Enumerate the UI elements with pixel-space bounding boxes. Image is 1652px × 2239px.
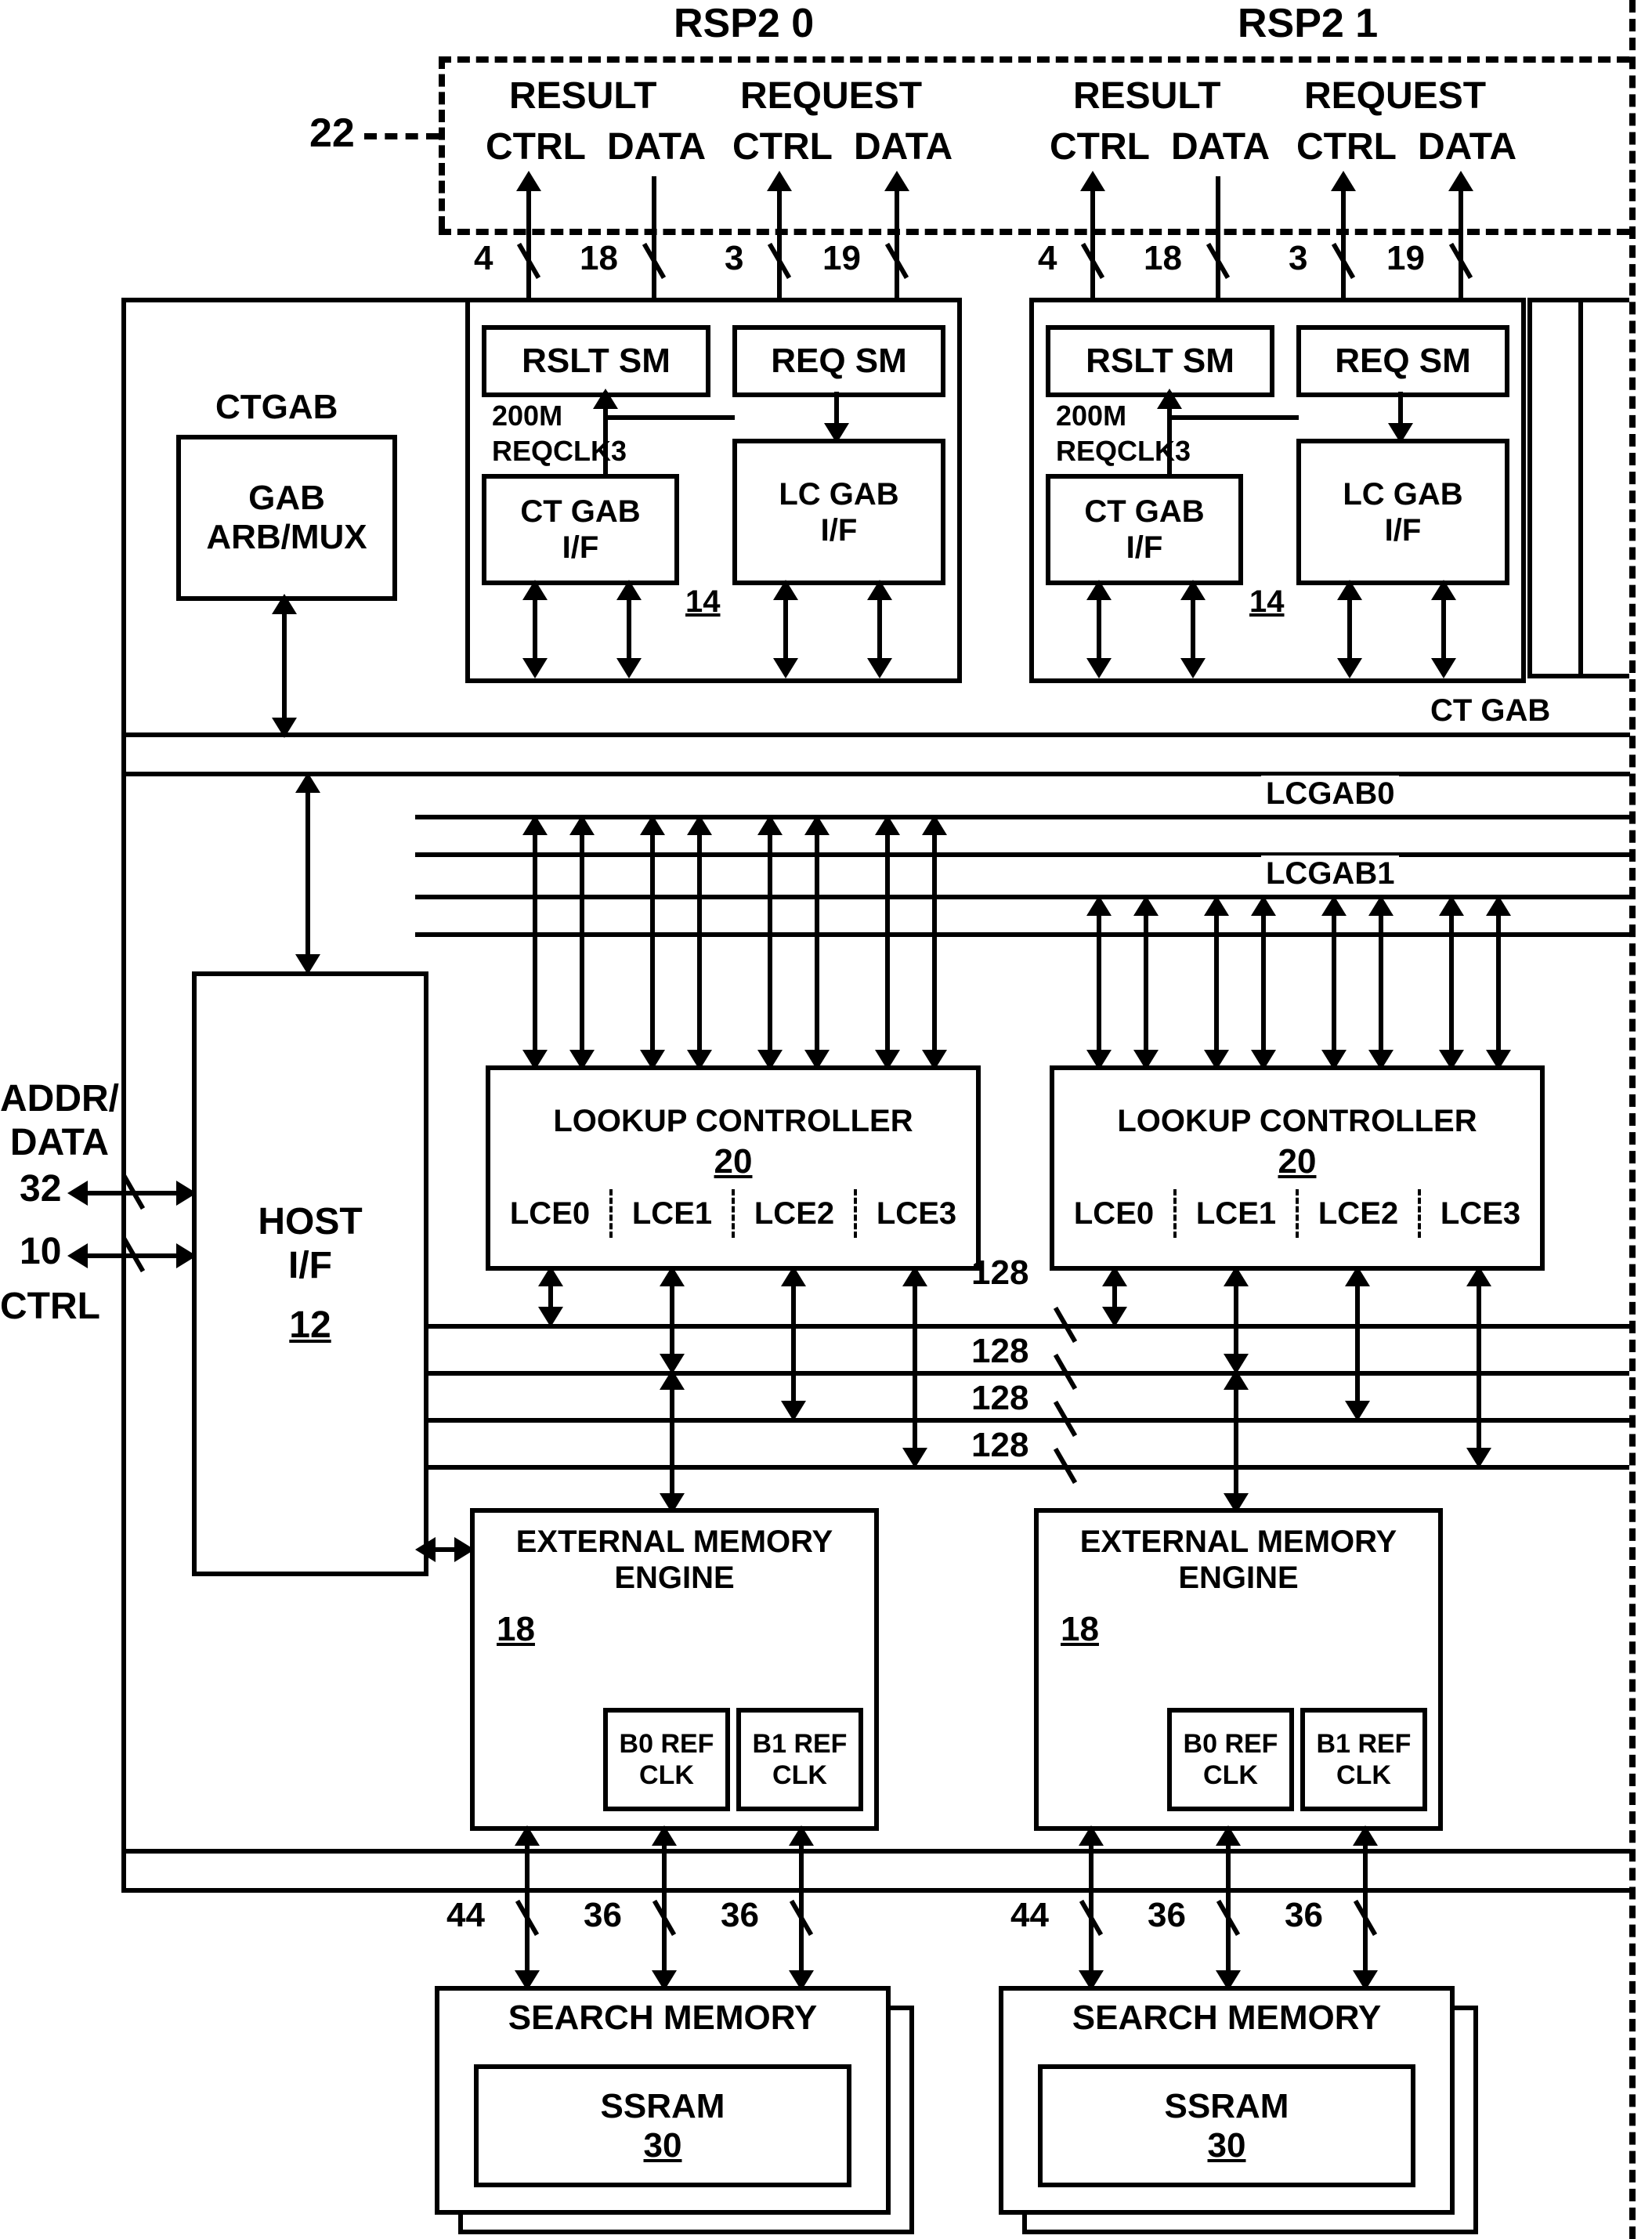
lce0-0: LCE0: [490, 1189, 613, 1238]
addr-data-label: ADDR/ DATA: [0, 1077, 119, 1165]
bus-44-1: 44: [1010, 1896, 1049, 1935]
lce1-1: LCE1: [1177, 1189, 1299, 1238]
lcgab1-label: LCGAB1: [1261, 855, 1399, 892]
ctrl-ext-label: CTRL: [0, 1285, 100, 1329]
bus-44-0: 44: [446, 1896, 485, 1935]
bus-3-b: 3: [1289, 239, 1307, 278]
request-label-1: REQUEST: [1304, 74, 1486, 118]
b0-ref-clk-0: B0 REF CLK: [603, 1708, 730, 1811]
result-label-0: RESULT: [509, 74, 656, 118]
200m-1: 200M: [1056, 400, 1126, 432]
bus-128-a: 128: [971, 1253, 1028, 1293]
host-if-box: HOST I/F 12: [192, 971, 428, 1576]
bus-3-a: 3: [725, 239, 743, 278]
bus-19-b: 19: [1386, 239, 1425, 278]
bus-18-a: 18: [580, 239, 618, 278]
ctgab-title: CTGAB: [215, 388, 338, 427]
rsp2-0-label: RSP2 0: [674, 0, 814, 47]
bus-4-a: 4: [474, 239, 493, 278]
bus-18-b: 18: [1144, 239, 1182, 278]
lookup-controller-0: LOOKUP CONTROLLER 20 LCE0 LCE1 LCE2 LCE3: [486, 1065, 981, 1271]
b0-ref-clk-1: B0 REF CLK: [1167, 1708, 1294, 1811]
gab-arb-mux-box: GAB ARB/MUX: [176, 435, 397, 601]
bus-36-1a: 36: [1148, 1896, 1186, 1935]
bus-32: 32: [20, 1167, 61, 1211]
ctrl-1b: CTRL: [1296, 125, 1397, 169]
bus-128-c: 128: [971, 1379, 1028, 1418]
lce1-0: LCE1: [613, 1189, 735, 1238]
data-1a: DATA: [1171, 125, 1270, 169]
b1-ref-clk-0: B1 REF CLK: [736, 1708, 863, 1811]
lcgab0-label: LCGAB0: [1261, 776, 1399, 812]
gab-body2: ARB/MUX: [206, 518, 367, 557]
bus-19-a: 19: [822, 239, 861, 278]
result-label-1: RESULT: [1073, 74, 1220, 118]
gab-body1: GAB: [248, 479, 325, 518]
bus-10: 10: [20, 1230, 61, 1274]
ssram-1: SSRAM 30: [1038, 2064, 1415, 2187]
bus-36-0a: 36: [584, 1896, 622, 1935]
ctrl-0b: CTRL: [732, 125, 833, 169]
ref-22: 22: [309, 110, 355, 157]
lc-gab-if-1: LC GABI/F: [1296, 439, 1509, 585]
request-label-0: REQUEST: [740, 74, 922, 118]
req-sm-1: REQ SM: [1296, 325, 1509, 397]
bus-128-d: 128: [971, 1426, 1028, 1465]
ct-gab-if-1: CT GABI/F: [1046, 474, 1243, 585]
ct-gab-if-0: CT GABI/F: [482, 474, 679, 585]
bus-36-0b: 36: [721, 1896, 759, 1935]
rslt-sm-1: RSLT SM: [1046, 325, 1274, 397]
data-0b: DATA: [854, 125, 953, 169]
ref-14-1: 14: [1249, 584, 1285, 620]
data-0a: DATA: [607, 125, 706, 169]
lce2-0: LCE2: [735, 1189, 857, 1238]
rslt-sm-0: RSLT SM: [482, 325, 710, 397]
ref-14-0: 14: [685, 584, 721, 620]
req-sm-0: REQ SM: [732, 325, 945, 397]
lce3-0: LCE3: [857, 1189, 976, 1238]
data-1b: DATA: [1418, 125, 1516, 169]
bus-36-1b: 36: [1285, 1896, 1323, 1935]
rsp2-1-label: RSP2 1: [1238, 0, 1378, 47]
b1-ref-clk-1: B1 REF CLK: [1300, 1708, 1427, 1811]
bus-4-b: 4: [1038, 239, 1057, 278]
lce0-1: LCE0: [1054, 1189, 1177, 1238]
bus-128-b: 128: [971, 1332, 1028, 1371]
ct-gab-bus-label: CT GAB: [1426, 693, 1555, 729]
lce3-1: LCE3: [1421, 1189, 1540, 1238]
lce2-1: LCE2: [1299, 1189, 1421, 1238]
200m-0: 200M: [492, 400, 562, 432]
lc-gab-if-0: LC GABI/F: [732, 439, 945, 585]
ssram-0: SSRAM 30: [474, 2064, 851, 2187]
ctrl-0a: CTRL: [486, 125, 586, 169]
ctrl-1a: CTRL: [1050, 125, 1150, 169]
lookup-controller-1: LOOKUP CONTROLLER 20 LCE0 LCE1 LCE2 LCE3: [1050, 1065, 1545, 1271]
